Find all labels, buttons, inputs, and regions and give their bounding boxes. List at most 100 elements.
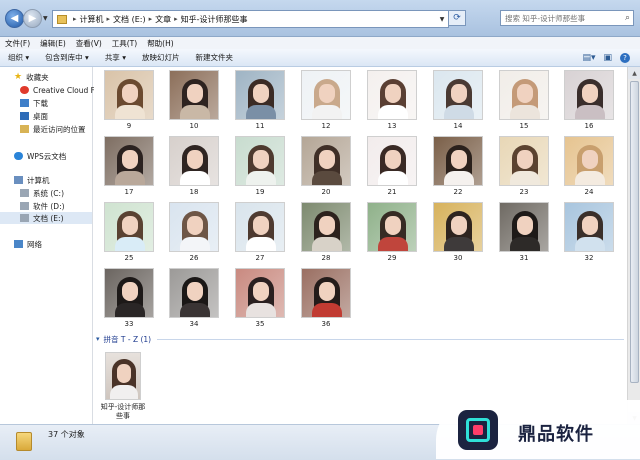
- thumbnail-label[interactable]: 12: [301, 122, 351, 130]
- thumbnail-label[interactable]: 18: [169, 188, 219, 196]
- forward-button[interactable]: ▶: [23, 9, 42, 28]
- address-dropdown-icon[interactable]: ▼: [436, 16, 448, 23]
- thumbnail-label[interactable]: 20: [301, 188, 351, 196]
- menu-help[interactable]: 帮助(H): [142, 38, 179, 49]
- menu-file[interactable]: 文件(F): [0, 38, 35, 49]
- thumbnail-label[interactable]: 27: [235, 254, 285, 262]
- menu-view[interactable]: 查看(V): [71, 38, 107, 49]
- breadcrumb-current-folder[interactable]: 知乎-设计师那些事: [181, 14, 248, 25]
- photo-thumbnail[interactable]: [169, 70, 219, 120]
- menu-edit[interactable]: 编辑(E): [35, 38, 71, 49]
- photo-thumbnail[interactable]: [301, 202, 351, 252]
- search-box[interactable]: ⌕: [500, 10, 634, 26]
- photo-thumbnail[interactable]: [499, 70, 549, 120]
- photo-thumbnail[interactable]: [301, 70, 351, 120]
- photo-thumbnail[interactable]: [367, 202, 417, 252]
- menu-tools[interactable]: 工具(T): [107, 38, 142, 49]
- search-icon[interactable]: ⌕: [625, 13, 630, 23]
- photo-thumbnail[interactable]: [169, 202, 219, 252]
- thumbnail-label[interactable]: 34: [169, 320, 219, 328]
- thumbnail-label[interactable]: 17: [104, 188, 154, 196]
- folder-label[interactable]: 知乎-设计师那些事: [98, 403, 148, 421]
- nav-favorites[interactable]: ★ 收藏夹: [14, 71, 106, 83]
- thumbnail-label[interactable]: 23: [499, 188, 549, 196]
- nav-wps-cloud[interactable]: WPS云文档: [14, 150, 106, 162]
- thumbnail-label[interactable]: 16: [564, 122, 614, 130]
- new-folder-button[interactable]: 新建文件夹: [187, 52, 241, 63]
- refresh-button[interactable]: ⟳: [448, 10, 466, 26]
- photo-thumbnail[interactable]: [235, 70, 285, 120]
- slideshow-button[interactable]: 放映幻灯片: [134, 52, 188, 63]
- photo-thumbnail[interactable]: [235, 136, 285, 186]
- thumbnail-label[interactable]: 32: [564, 254, 614, 262]
- thumbnail-label[interactable]: 33: [104, 320, 154, 328]
- thumbnail-label[interactable]: 10: [169, 122, 219, 130]
- photo-thumbnail[interactable]: [564, 136, 614, 186]
- photo-thumbnail[interactable]: [499, 136, 549, 186]
- breadcrumb-drive-e[interactable]: 文档 (E:): [113, 14, 146, 25]
- thumbnail-label[interactable]: 9: [104, 122, 154, 130]
- photo-thumbnail[interactable]: [433, 202, 483, 252]
- recent-pages-dropdown-icon[interactable]: ▼: [43, 15, 48, 22]
- thumbnail-label[interactable]: 13: [367, 122, 417, 130]
- thumbnail-label[interactable]: 35: [235, 320, 285, 328]
- chevron-right-icon[interactable]: ▸: [107, 15, 111, 23]
- vertical-scrollbar[interactable]: ▲ ▼: [627, 67, 640, 424]
- photo-thumbnail[interactable]: [367, 70, 417, 120]
- photo-thumbnail[interactable]: [104, 70, 154, 120]
- thumbnail-label[interactable]: 19: [235, 188, 285, 196]
- view-options-icon[interactable]: ▤▾: [582, 53, 595, 63]
- thumbnail-label[interactable]: 21: [367, 188, 417, 196]
- thumbnail-label[interactable]: 24: [564, 188, 614, 196]
- thumbnail-label[interactable]: 36: [301, 320, 351, 328]
- thumbnail-label[interactable]: 11: [235, 122, 285, 130]
- thumbnail-label[interactable]: 25: [104, 254, 154, 262]
- photo-thumbnail[interactable]: [367, 136, 417, 186]
- photo-thumbnail[interactable]: [104, 136, 154, 186]
- nav-network[interactable]: 网络: [14, 238, 106, 250]
- collapse-chevron-icon[interactable]: ▾: [96, 335, 100, 343]
- thumbnail-label[interactable]: 28: [301, 254, 351, 262]
- photo-thumbnail[interactable]: [235, 202, 285, 252]
- nav-computer[interactable]: 计算机: [14, 174, 106, 186]
- photo-thumbnail[interactable]: [564, 70, 614, 120]
- photo-thumbnail[interactable]: [169, 136, 219, 186]
- thumbnail-label[interactable]: 30: [433, 254, 483, 262]
- back-button[interactable]: ◀: [5, 9, 24, 28]
- preview-pane-icon[interactable]: ▣: [603, 53, 612, 63]
- photo-thumbnail[interactable]: [235, 268, 285, 318]
- photo-thumbnail[interactable]: [169, 268, 219, 318]
- photo-thumbnail[interactable]: [433, 70, 483, 120]
- photo-thumbnail[interactable]: [301, 136, 351, 186]
- thumbnail-label[interactable]: 15: [499, 122, 549, 130]
- organize-button[interactable]: 组织 ▾: [0, 52, 37, 63]
- photo-face: [187, 282, 203, 301]
- include-in-library-button[interactable]: 包含到库中 ▾: [37, 52, 97, 63]
- chevron-right-icon[interactable]: ▸: [149, 15, 153, 23]
- group-header[interactable]: ▾ 拼音 T - Z (1): [96, 333, 624, 345]
- photo-thumbnail[interactable]: [104, 202, 154, 252]
- scroll-thumb[interactable]: [630, 81, 639, 383]
- chevron-right-icon[interactable]: ▸: [73, 15, 77, 23]
- thumbnail-label[interactable]: 14: [433, 122, 483, 130]
- share-button[interactable]: 共享 ▾: [97, 52, 134, 63]
- photo-face: [122, 282, 138, 301]
- nav-drive-e[interactable]: 文档 (E:): [0, 212, 92, 224]
- help-icon[interactable]: ?: [620, 52, 630, 63]
- photo-thumbnail[interactable]: [104, 268, 154, 318]
- breadcrumb-articles[interactable]: 文章: [155, 14, 171, 25]
- photo-thumbnail[interactable]: [301, 268, 351, 318]
- thumbnail-label[interactable]: 29: [367, 254, 417, 262]
- thumbnail-label[interactable]: 22: [433, 188, 483, 196]
- photo-thumbnail[interactable]: [433, 136, 483, 186]
- thumbnail-label[interactable]: 31: [499, 254, 549, 262]
- thumbnail-label[interactable]: 26: [169, 254, 219, 262]
- search-input[interactable]: [501, 13, 621, 23]
- scroll-up-arrow-icon[interactable]: ▲: [628, 67, 640, 79]
- address-bar[interactable]: ▸ 计算机 ▸ 文档 (E:) ▸ 文章 ▸ 知乎-设计师那些事 ▼: [52, 10, 449, 28]
- breadcrumb-computer[interactable]: 计算机: [80, 14, 104, 25]
- photo-thumbnail[interactable]: [564, 202, 614, 252]
- folder-thumbnail[interactable]: [105, 352, 141, 400]
- chevron-right-icon[interactable]: ▸: [174, 15, 178, 23]
- photo-thumbnail[interactable]: [499, 202, 549, 252]
